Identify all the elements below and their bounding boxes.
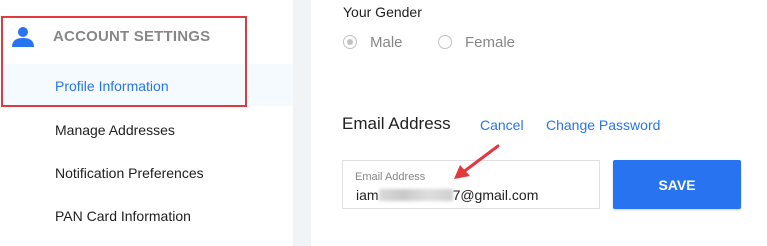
- sidebar-item-profile-information[interactable]: Profile Information: [0, 64, 293, 106]
- gender-label: Your Gender: [343, 4, 422, 20]
- sidebar: ACCOUNT SETTINGS Profile Information Man…: [0, 0, 293, 246]
- email-value-suffix: 7@gmail.com: [452, 187, 539, 203]
- sidebar-item-notification-preferences[interactable]: Notification Preferences: [0, 151, 293, 193]
- email-section-title: Email Address: [342, 114, 451, 133]
- divider: [293, 0, 311, 246]
- email-field[interactable]: Email Address iam 7@gmail.com: [342, 160, 600, 209]
- sidebar-item-manage-addresses[interactable]: Manage Addresses: [0, 108, 293, 150]
- redacted-blur: [378, 189, 453, 201]
- sidebar-item-label: Notification Preferences: [55, 165, 204, 181]
- sidebar-item-label: Profile Information: [55, 78, 169, 94]
- email-value-prefix: iam: [356, 187, 379, 203]
- gender-option-female[interactable]: Female: [438, 34, 528, 54]
- radio-label: Female: [465, 34, 516, 51]
- change-password-link[interactable]: Change Password: [546, 117, 660, 133]
- cancel-link[interactable]: Cancel: [480, 117, 524, 133]
- radio-button-checked[interactable]: [343, 35, 357, 49]
- sidebar-item-label: PAN Card Information: [55, 208, 191, 224]
- radio-label: Male: [370, 34, 403, 51]
- sidebar-item-label: Manage Addresses: [55, 122, 175, 138]
- email-field-value[interactable]: iam 7@gmail.com: [356, 187, 538, 203]
- profile-form: Your Gender Male Female Email Address Ca…: [311, 0, 767, 246]
- save-button[interactable]: SAVE: [613, 160, 741, 209]
- sidebar-item-pan-card-information[interactable]: PAN Card Information: [0, 194, 293, 236]
- radio-button[interactable]: [438, 35, 452, 49]
- person-icon: [12, 27, 34, 47]
- email-field-label: Email Address: [355, 171, 426, 183]
- section-title: ACCOUNT SETTINGS: [53, 28, 211, 45]
- account-settings-header: ACCOUNT SETTINGS: [0, 0, 293, 64]
- gender-option-male[interactable]: Male: [343, 34, 413, 54]
